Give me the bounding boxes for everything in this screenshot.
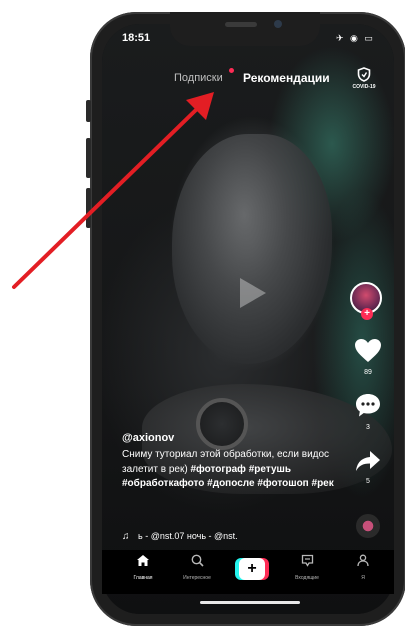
annotation-arrow-icon bbox=[12, 92, 214, 289]
